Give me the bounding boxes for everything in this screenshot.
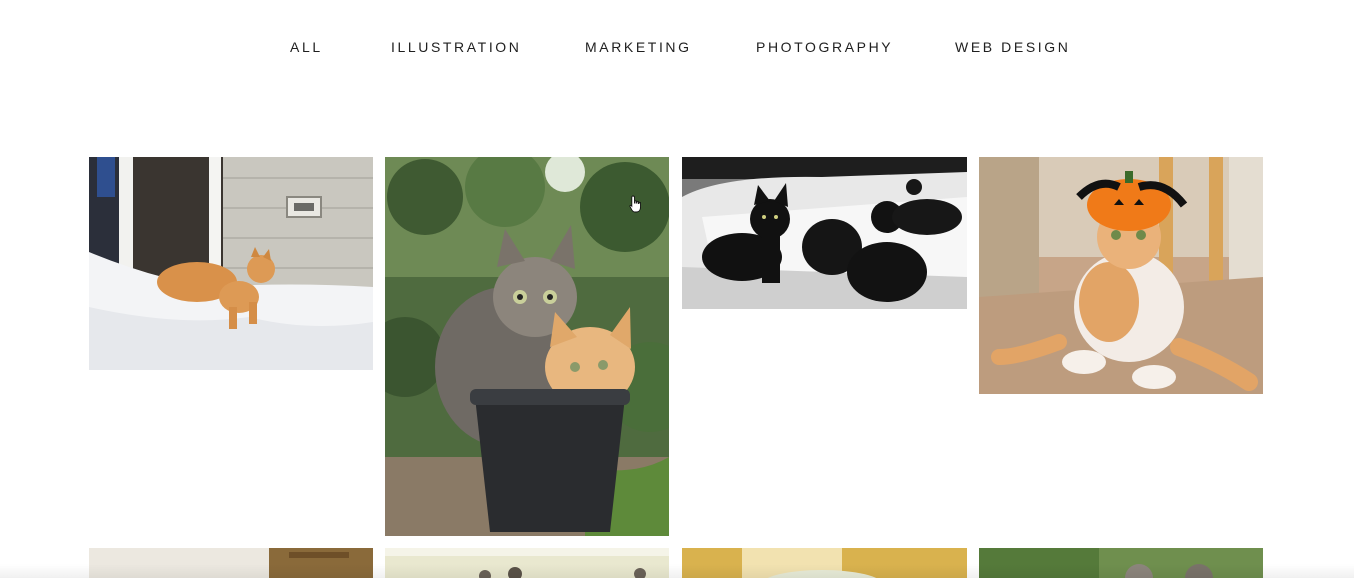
kittens-photo — [979, 548, 1263, 578]
cat-photo — [682, 548, 967, 578]
gallery-item-kittens-flowerpot[interactable] — [385, 157, 669, 536]
gallery-item-orange-cat-snow[interactable] — [89, 157, 373, 370]
gallery-item-row2-1[interactable] — [89, 548, 373, 578]
gallery-item-row2-4[interactable] — [979, 548, 1263, 578]
gallery-item-row2-3[interactable] — [682, 548, 967, 578]
cats-photo — [385, 548, 669, 578]
filter-illustration[interactable]: ILLUSTRATION — [391, 36, 522, 58]
portfolio-page: ALL ILLUSTRATION MARKETING PHOTOGRAPHY W… — [0, 0, 1354, 578]
cat-in-pumpkin-hat-photo — [979, 157, 1263, 394]
gallery-item-black-cats-sofa[interactable] — [682, 157, 967, 309]
kittens-in-flowerpot-photo — [385, 157, 669, 536]
hand-pointer-icon — [629, 195, 641, 213]
portfolio-filter-nav: ALL ILLUSTRATION MARKETING PHOTOGRAPHY W… — [0, 36, 1354, 58]
filter-photography[interactable]: PHOTOGRAPHY — [756, 36, 893, 58]
filter-marketing[interactable]: MARKETING — [585, 36, 692, 58]
filter-web-design[interactable]: WEB DESIGN — [955, 36, 1070, 58]
gallery-item-cat-pumpkin-hat[interactable] — [979, 157, 1263, 394]
orange-cat-in-snow-photo — [89, 157, 373, 370]
black-cats-on-sofa-photo — [682, 157, 967, 309]
filter-all[interactable]: ALL — [290, 36, 323, 58]
cat-photo — [89, 548, 373, 578]
gallery-item-row2-2[interactable] — [385, 548, 669, 578]
